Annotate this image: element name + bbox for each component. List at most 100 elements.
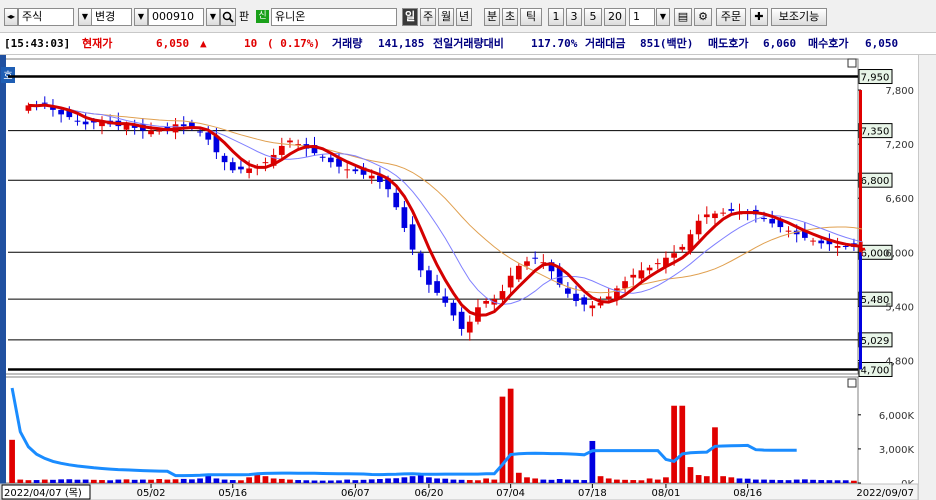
candle-body	[589, 305, 596, 309]
volume-bar	[25, 480, 32, 483]
volume-tick-label: 6,000K	[879, 411, 915, 422]
volume-bar	[802, 479, 808, 483]
volume-bar	[752, 479, 759, 483]
market-type-select[interactable]: 주식	[18, 8, 74, 26]
volume-tick-label: 3,000K	[879, 445, 915, 456]
volume-bar	[524, 477, 530, 483]
change-dropdown-arrow-icon[interactable]: ▼	[78, 8, 92, 26]
candle-body	[638, 270, 645, 279]
aux-function-button[interactable]: 보조기능	[771, 8, 827, 26]
price-change: 10	[244, 37, 258, 50]
save-icon[interactable]: ▤	[674, 8, 692, 26]
candle-body	[197, 131, 203, 133]
period-button-year[interactable]: 년	[456, 8, 472, 26]
candle-body	[238, 166, 244, 170]
volume-bar	[238, 480, 244, 483]
volume-bar	[123, 479, 130, 483]
candle-body	[859, 247, 865, 251]
volume-bar	[466, 480, 473, 483]
market-toggle-icon[interactable]: ◂▸	[4, 8, 18, 26]
candle-body	[41, 102, 48, 104]
volume-bar	[385, 478, 391, 483]
bid-label: 매수호가	[808, 37, 849, 50]
volume-bar	[458, 479, 465, 483]
order-button[interactable]: 주문	[716, 8, 746, 26]
code-history-arrow-icon[interactable]: ▼	[206, 8, 220, 26]
volume-bar	[475, 480, 481, 483]
volume-bar	[483, 478, 489, 483]
volume-bar	[164, 479, 171, 483]
code-dropdown-arrow-icon[interactable]: ▼	[134, 8, 148, 26]
volume-bar	[131, 479, 138, 483]
price-tick-label: 7,200	[885, 140, 914, 151]
price-tick-label: 4,800	[885, 356, 914, 367]
volume-bar	[311, 480, 318, 483]
plus-icon[interactable]: ✚	[750, 8, 768, 26]
candle-body	[573, 293, 579, 301]
interval-button-1[interactable]: 1	[548, 8, 564, 26]
volume-bar	[769, 479, 776, 483]
candle-body	[761, 218, 767, 220]
chart-svg[interactable]: 호7,9507,3506,8006,0005,4805,0294,7007,80…	[0, 55, 918, 500]
volume-bar	[638, 480, 645, 483]
interval-button-5[interactable]: 5	[584, 8, 602, 26]
candle-body	[597, 302, 604, 306]
candle-body	[393, 192, 400, 208]
candle-body	[401, 207, 408, 228]
date-label: 2022/09/07	[856, 488, 914, 499]
hline-label: 7,350	[861, 127, 890, 138]
volume-bar	[180, 478, 187, 483]
period-button-week[interactable]: 주	[420, 8, 436, 26]
period-button-tick[interactable]: 틱	[520, 8, 542, 26]
period-button-second[interactable]: 초	[502, 8, 518, 26]
candle-body	[654, 263, 661, 265]
volume-bar	[556, 479, 563, 483]
volume-bar	[728, 477, 735, 483]
chart-toolbar: ◂▸ 주식 ▼ 변경 ▼ 000910 ▼ 판 신 유니온 일 주 월 년 분 …	[0, 0, 936, 33]
candle-body	[262, 162, 269, 164]
volume-bar	[671, 405, 677, 483]
candle-body	[229, 162, 236, 171]
stock-code-input[interactable]: 000910	[148, 8, 204, 26]
interval-button-20[interactable]: 20	[604, 8, 626, 26]
candle-body	[842, 245, 849, 247]
interval-dropdown-arrow-icon[interactable]: ▼	[656, 8, 670, 26]
volume-bar	[589, 440, 596, 483]
candle-body	[246, 168, 252, 173]
price-tick-label: 6,600	[885, 194, 914, 205]
candle-body	[695, 220, 702, 235]
candle-body	[712, 213, 718, 219]
candle-body	[368, 175, 375, 179]
quote-info-bar: [15:43:03] 현재가 6,050 ▲ 10 ( 0.17%) 거래량 1…	[0, 33, 936, 55]
interval-input[interactable]: 1	[629, 8, 655, 26]
candle-body	[515, 265, 522, 280]
volume-bar	[605, 478, 612, 483]
gear-icon[interactable]: ⚙	[694, 8, 712, 26]
hline-label: 6,800	[861, 176, 890, 187]
volume-bar	[58, 479, 64, 483]
interval-button-3[interactable]: 3	[566, 8, 582, 26]
change-button[interactable]: 변경	[92, 8, 132, 26]
volume-bar	[295, 480, 302, 483]
candle-body	[810, 240, 816, 242]
volume-bar	[499, 396, 506, 483]
stock-chart-area[interactable]: 호7,9507,3506,8006,0005,4805,0294,7007,80…	[0, 55, 936, 500]
candle-body	[287, 140, 293, 143]
volume-bar	[377, 479, 383, 483]
ask-price: 6,060	[763, 37, 797, 50]
volume-bar	[246, 477, 252, 483]
search-icon[interactable]	[220, 8, 236, 26]
right-side-strip[interactable]	[918, 55, 936, 500]
period-button-day[interactable]: 일	[402, 8, 418, 26]
volume-label: 거래량	[332, 37, 363, 50]
volume-bar	[139, 479, 146, 483]
period-button-minute[interactable]: 분	[484, 8, 500, 26]
candle-body	[327, 157, 334, 163]
volume-bar	[262, 476, 269, 483]
volume-bar	[793, 479, 800, 483]
period-button-month[interactable]: 월	[438, 8, 454, 26]
volume-bar	[679, 405, 686, 483]
prev-volume-ratio-label: 전일거래량대비	[433, 37, 504, 50]
candle-body	[524, 261, 530, 266]
volume-bar	[426, 477, 432, 483]
